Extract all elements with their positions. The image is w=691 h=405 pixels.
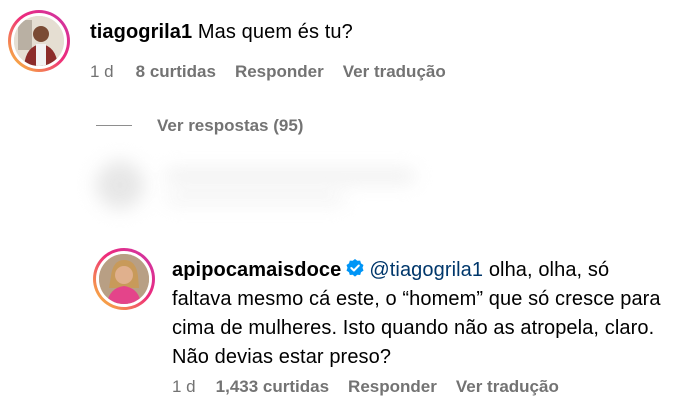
- person-photo-icon: [14, 16, 64, 66]
- comment-body: Mas quem és tu?: [197, 21, 353, 43]
- avatar-photo: [14, 16, 64, 66]
- comment-username[interactable]: apipocamaisdoce: [172, 259, 341, 281]
- blurred-reply: [95, 160, 515, 220]
- avatar-ring-inner: [96, 251, 152, 307]
- avatar-apipocamaisdoce[interactable]: [93, 248, 155, 310]
- avatar-tiagogrila1[interactable]: [8, 10, 70, 72]
- likes-count[interactable]: 8 curtidas: [136, 62, 216, 82]
- replies-divider-line: [96, 125, 132, 126]
- blurred-content-shape: [96, 161, 415, 209]
- reply-button[interactable]: Responder: [348, 377, 437, 397]
- comment-text-2: apipocamaisdoce @tiagogrila1 olha, olha, …: [172, 256, 687, 372]
- comment-username[interactable]: tiagogrila1: [90, 21, 192, 43]
- comment-meta-2: 1 d 1,433 curtidas Responder Ver traduçã…: [172, 377, 559, 397]
- reply-button[interactable]: Responder: [235, 62, 324, 82]
- comment-text-1: tiagogrila1 Mas quem és tu?: [90, 18, 353, 47]
- comment-line-4: Não devias estar preso?: [172, 346, 392, 368]
- comment-body-part: olha, olha, só: [488, 259, 610, 281]
- comment-line-1: apipocamaisdoce @tiagogrila1 olha, olha, …: [172, 256, 687, 285]
- comment-time: 1 d: [172, 377, 196, 396]
- comment-line-2: faltava mesmo cá este, o “homem” que só …: [172, 288, 661, 310]
- avatar-photo: [99, 254, 149, 304]
- verified-badge-icon: [346, 259, 364, 277]
- person-photo-icon: [99, 254, 149, 304]
- comment-time: 1 d: [90, 62, 114, 81]
- comment-line-3: cima de mulheres. Isto quando não as atr…: [172, 317, 655, 339]
- likes-count[interactable]: 1,433 curtidas: [216, 377, 329, 397]
- mention-link[interactable]: @tiagogrila1: [369, 259, 483, 281]
- see-translation-button[interactable]: Ver tradução: [343, 62, 446, 82]
- view-replies-button[interactable]: Ver respostas (95): [157, 116, 303, 136]
- comment-meta-1: 1 d 8 curtidas Responder Ver tradução: [90, 62, 446, 82]
- see-translation-button[interactable]: Ver tradução: [456, 377, 559, 397]
- avatar-ring-inner: [11, 13, 67, 69]
- view-replies-label: Ver respostas (95): [157, 116, 304, 135]
